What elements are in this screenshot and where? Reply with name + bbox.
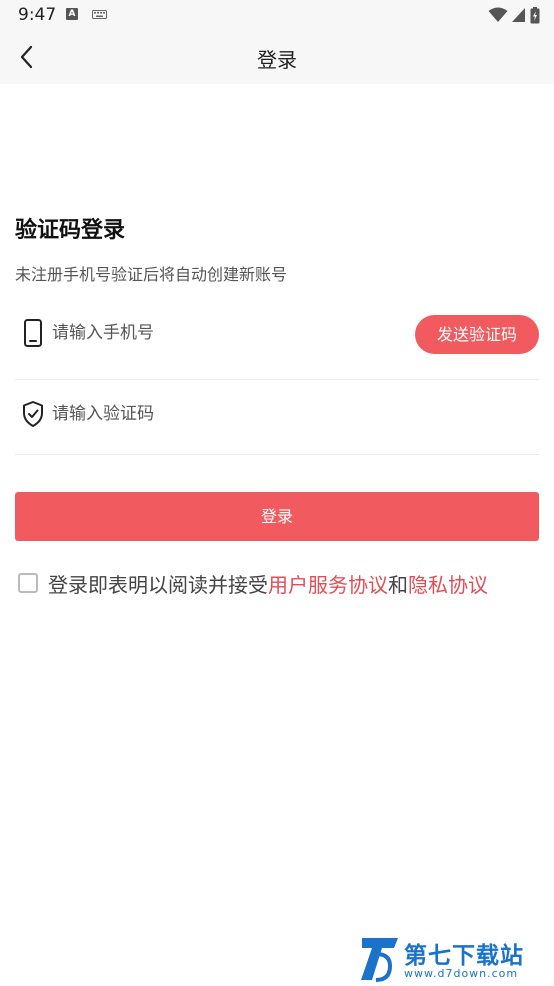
status-right-icons (488, 6, 540, 24)
watermark-name: 第七下载站 (404, 943, 524, 969)
watermark-url: www.d7down.com (404, 967, 519, 980)
wifi-icon (488, 7, 508, 22)
agreement-prefix: 登录即表明以阅读并接受 (48, 572, 268, 597)
a-notification-icon: A (66, 8, 78, 20)
send-code-button[interactable]: 发送验证码 (415, 315, 539, 354)
agreement: 登录即表明以阅读并接受 用户服务协议 和 隐私协议 (18, 569, 488, 598)
keyboard-icon (92, 10, 107, 19)
agreement-checkbox[interactable] (18, 573, 38, 593)
privacy-agreement-link[interactable]: 隐私协议 (408, 569, 488, 598)
user-agreement-link[interactable]: 用户服务协议 (268, 569, 388, 598)
status-time: 9:47 (18, 5, 57, 25)
watermark-logo-icon (361, 938, 398, 982)
code-input[interactable] (52, 404, 352, 424)
code-field-row (15, 378, 539, 455)
agreement-conjunction: 和 (388, 572, 408, 597)
page-title: 登录 (257, 48, 297, 72)
phone-icon (24, 319, 42, 347)
section-title: 验证码登录 (15, 218, 126, 243)
phone-input[interactable] (52, 323, 352, 343)
shield-check-icon (23, 401, 43, 427)
signal-icon (512, 8, 525, 22)
app-header: 登录 (0, 30, 554, 84)
battery-icon (530, 6, 540, 23)
status-bar: 9:47 A (0, 0, 554, 30)
login-button[interactable]: 登录 (15, 492, 539, 541)
subtitle: 未注册手机号验证后将自动创建新账号 (15, 265, 288, 284)
watermark: 第七下载站 www.d7down.com (360, 936, 550, 982)
phone-field-row: 发送验证码 (15, 303, 539, 380)
